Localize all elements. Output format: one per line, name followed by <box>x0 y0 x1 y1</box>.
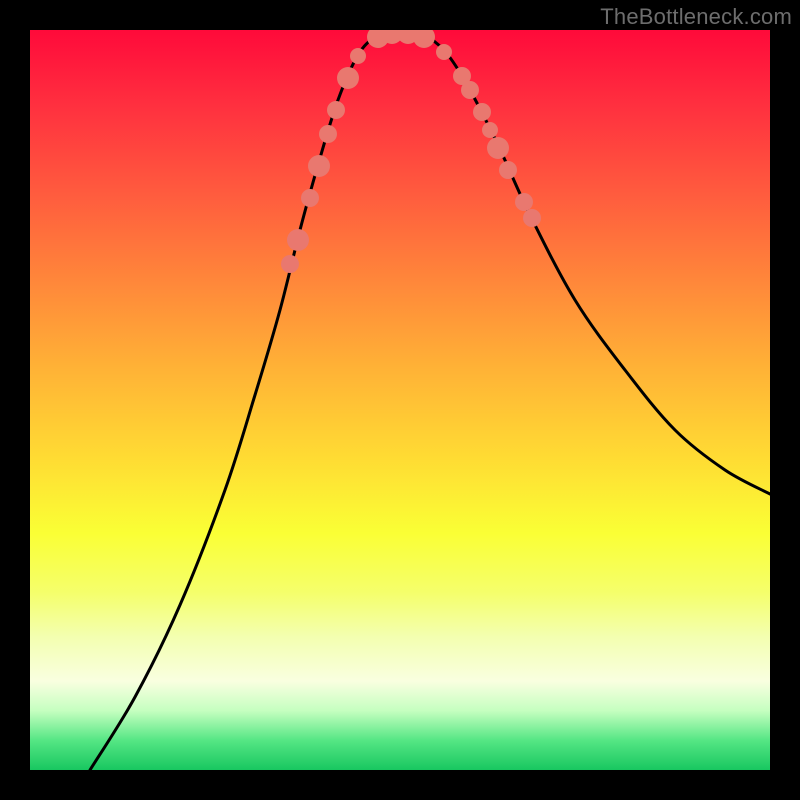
highlight-dot <box>319 125 337 143</box>
highlight-dot <box>350 48 366 64</box>
highlight-dot <box>461 81 479 99</box>
chart-frame: TheBottleneck.com <box>0 0 800 800</box>
highlight-dot <box>473 103 491 121</box>
chart-svg <box>30 30 770 770</box>
highlight-dot <box>487 137 509 159</box>
watermark-text: TheBottleneck.com <box>600 4 792 30</box>
highlight-dot <box>436 44 452 60</box>
highlight-dot <box>281 255 299 273</box>
highlight-dot <box>327 101 345 119</box>
highlight-dots-group <box>281 30 541 273</box>
highlight-dot <box>515 193 533 211</box>
highlight-dot <box>337 67 359 89</box>
highlight-dot <box>482 122 498 138</box>
highlight-dot <box>499 161 517 179</box>
highlight-dot <box>308 155 330 177</box>
bottleneck-curve <box>90 31 770 770</box>
plot-area <box>30 30 770 770</box>
highlight-dot <box>413 30 435 48</box>
highlight-dot <box>301 189 319 207</box>
highlight-dot <box>287 229 309 251</box>
highlight-dot <box>523 209 541 227</box>
